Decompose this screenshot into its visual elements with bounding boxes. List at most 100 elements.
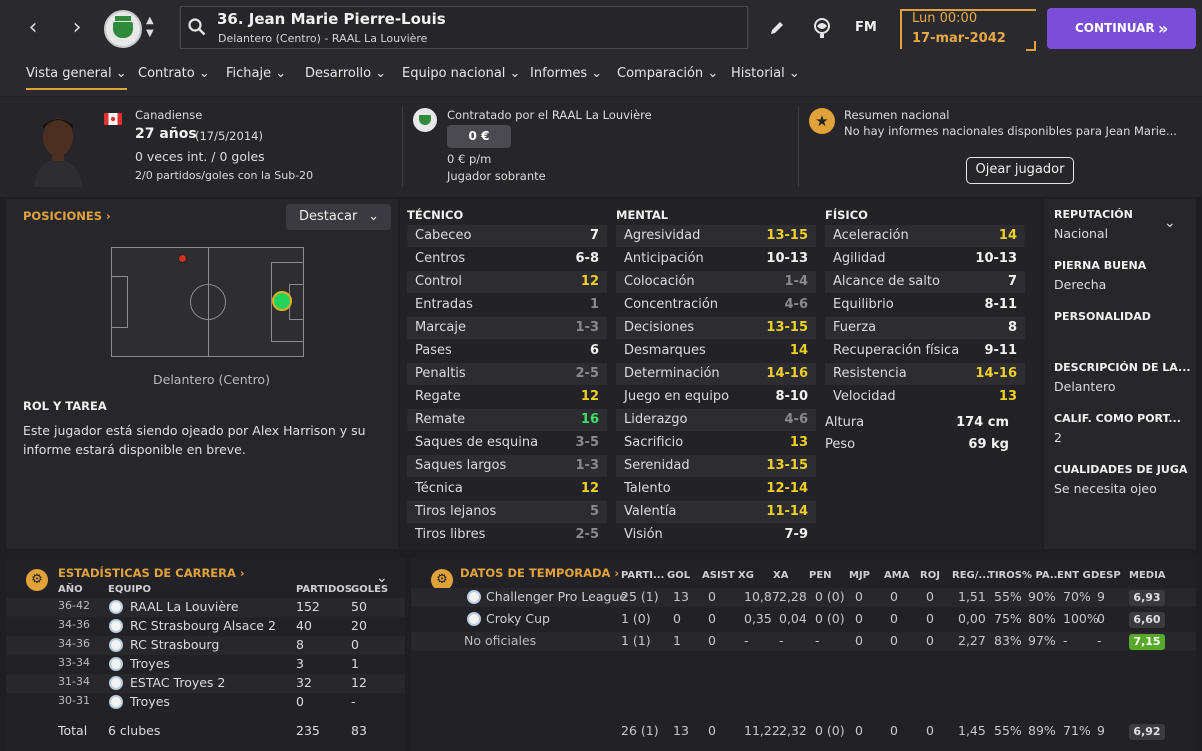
- attribute-row: Cabeceo 7: [407, 225, 607, 247]
- highlight-dropdown[interactable]: Destacar ⌄: [286, 204, 391, 230]
- fm-menu-button[interactable]: FM: [855, 20, 877, 35]
- attribute-name: Tiros lejanos: [415, 504, 497, 519]
- pitch-diagram[interactable]: [111, 247, 304, 357]
- season-total-value: 71%: [1063, 723, 1091, 738]
- contract-club-badge-icon: [413, 108, 437, 132]
- career-apps: 40: [296, 618, 312, 633]
- forward-arrow-icon[interactable]: ›: [62, 14, 92, 44]
- search-icon[interactable]: [188, 18, 206, 36]
- attribute-row: Tiros libres 2-5: [407, 524, 607, 546]
- season-col-header[interactable]: % PA...: [1022, 570, 1061, 581]
- age: 27 años: [135, 126, 197, 142]
- attribute-name: Pases: [415, 343, 452, 358]
- tab-fichaje[interactable]: Fichaje ⌄: [226, 66, 286, 81]
- edit-pencil-icon[interactable]: [769, 20, 785, 36]
- career-team: RC Strasbourg: [130, 637, 220, 652]
- career-row[interactable]: 31-34 ESTAC Troyes 2 32 12: [6, 674, 405, 693]
- role-title: ROL Y TAREA: [23, 399, 107, 413]
- career-stats-title[interactable]: ESTADÍSTICAS DE CARRERA ›: [58, 566, 245, 580]
- attribute-value: 9-11: [984, 343, 1017, 358]
- season-col-header[interactable]: GOL: [667, 570, 690, 581]
- attribute-row: Agilidad 10-13: [825, 248, 1025, 270]
- tab-equipo-nacional[interactable]: Equipo nacional ⌄: [402, 66, 520, 81]
- season-col-header[interactable]: MEDIA: [1129, 570, 1166, 581]
- career-row[interactable]: 36-42 RAAL La Louvière 152 50: [6, 598, 405, 617]
- attribute-value: 2-5: [575, 366, 600, 381]
- season-col-header[interactable]: ENT G: [1057, 570, 1091, 581]
- u20-stats: 2/0 partidos/goles con la Sub-20: [135, 169, 314, 182]
- continue-button[interactable]: CONTINUAR»: [1047, 8, 1196, 49]
- team-badge-icon: [109, 638, 123, 652]
- attribute-name: Marcaje: [415, 320, 466, 335]
- attribute-name: Recuperación física: [833, 343, 960, 358]
- season-value: 0: [708, 633, 716, 648]
- tab-vista-general[interactable]: Vista general ⌄: [26, 66, 127, 90]
- season-col-header[interactable]: TIROS: [988, 570, 1022, 581]
- star-icon: ★: [809, 108, 835, 134]
- tab-desarrollo[interactable]: Desarrollo ⌄: [305, 66, 386, 81]
- season-col-header[interactable]: PARTI...: [621, 570, 664, 581]
- season-total-value: 0: [926, 723, 934, 738]
- season-value: 2,28: [779, 589, 807, 604]
- season-row[interactable]: Croky Cup 1 (0) 0 0 0,35 0,04 0 (0) 0 0 0 0,00 75% 8…: [411, 610, 1196, 629]
- scout-player-button[interactable]: Ojear jugador: [966, 157, 1074, 184]
- career-goals: 50: [351, 599, 367, 614]
- player-avatar[interactable]: [30, 109, 86, 187]
- season-value: 0: [890, 589, 898, 604]
- season-col-header[interactable]: DESP: [1091, 570, 1121, 581]
- competition-icon: [467, 590, 481, 604]
- season-value: 0,04: [779, 611, 807, 626]
- attribute-value: 11-14: [766, 504, 808, 519]
- season-value: 10,87: [744, 589, 780, 604]
- globe-icon[interactable]: [812, 17, 832, 39]
- career-row[interactable]: 30-31 Troyes 0 -: [6, 693, 405, 712]
- season-col-header[interactable]: ASIST: [702, 570, 735, 581]
- attribute-value: 1-4: [784, 274, 809, 289]
- competition-icon: [467, 612, 481, 626]
- attribute-row: Anticipación 10-13: [616, 248, 816, 270]
- season-col-header[interactable]: XG: [738, 570, 754, 581]
- attribute-row: Control 12: [407, 271, 607, 293]
- attribute-row: Equilibrio 8-11: [825, 294, 1025, 316]
- positions-title[interactable]: POSICIONES ›: [23, 209, 111, 223]
- season-stats-title[interactable]: DATOS DE TEMPORADA ›: [460, 566, 619, 580]
- season-value: 100%: [1063, 611, 1099, 626]
- season-row[interactable]: No oficiales 1 (1) 1 0- - -0 0 0 2,27 83% 97% - -7,1…: [411, 632, 1196, 651]
- contract-title: Contratado por el RAAL La Louvière: [447, 108, 652, 122]
- career-row[interactable]: 34-36 RC Strasbourg 8 0: [6, 636, 405, 655]
- attribute-value: 14-16: [766, 366, 808, 381]
- season-col-header[interactable]: MJP: [849, 570, 870, 581]
- season-value: 0: [926, 589, 934, 604]
- national-summary-title: Resumen nacional: [844, 108, 950, 122]
- season-col-header[interactable]: AMA: [884, 570, 909, 581]
- divider: [402, 107, 403, 187]
- player-up-down-icon[interactable]: ▲ ▼: [146, 14, 154, 40]
- season-col-header[interactable]: XA: [773, 570, 788, 581]
- season-row[interactable]: Challenger Pro League 25 (1) 13 0 10,87 2,28 0…: [411, 588, 1196, 607]
- season-total-value: 9: [1097, 723, 1105, 738]
- career-row[interactable]: 34-36 RC Strasbourg Alsace 2 40 20: [6, 617, 405, 636]
- season-col-header[interactable]: PEN: [809, 570, 832, 581]
- season-value: 0 (0): [815, 589, 845, 604]
- career-row[interactable]: 33-34 Troyes 3 1: [6, 655, 405, 674]
- tab-comparacion[interactable]: Comparación ⌄: [617, 66, 718, 81]
- season-total-value: 0: [890, 723, 898, 738]
- season-total-value: 55%: [994, 723, 1022, 738]
- tab-historial[interactable]: Historial ⌄: [731, 66, 800, 81]
- col-apps: PARTIDOS: [296, 584, 352, 595]
- chevron-down-icon[interactable]: ⌄: [1164, 215, 1176, 231]
- back-arrow-icon[interactable]: ‹: [18, 14, 48, 44]
- season-value: -: [779, 633, 784, 648]
- attribute-name: Decisiones: [624, 320, 695, 335]
- tab-informes[interactable]: Informes ⌄: [530, 66, 602, 81]
- attribute-row: Aceleración 14: [825, 225, 1025, 247]
- career-goals: 20: [351, 618, 367, 633]
- attribute-row: Penaltis 2-5: [407, 363, 607, 385]
- season-value: 0: [926, 611, 934, 626]
- tab-contrato[interactable]: Contrato ⌄: [138, 66, 210, 81]
- season-value: -: [744, 633, 749, 648]
- season-col-header[interactable]: ROJ: [920, 570, 940, 581]
- club-badge-icon[interactable]: [104, 10, 142, 48]
- attribute-value: 7-9: [784, 527, 809, 542]
- season-col-header[interactable]: REG/...: [952, 570, 990, 581]
